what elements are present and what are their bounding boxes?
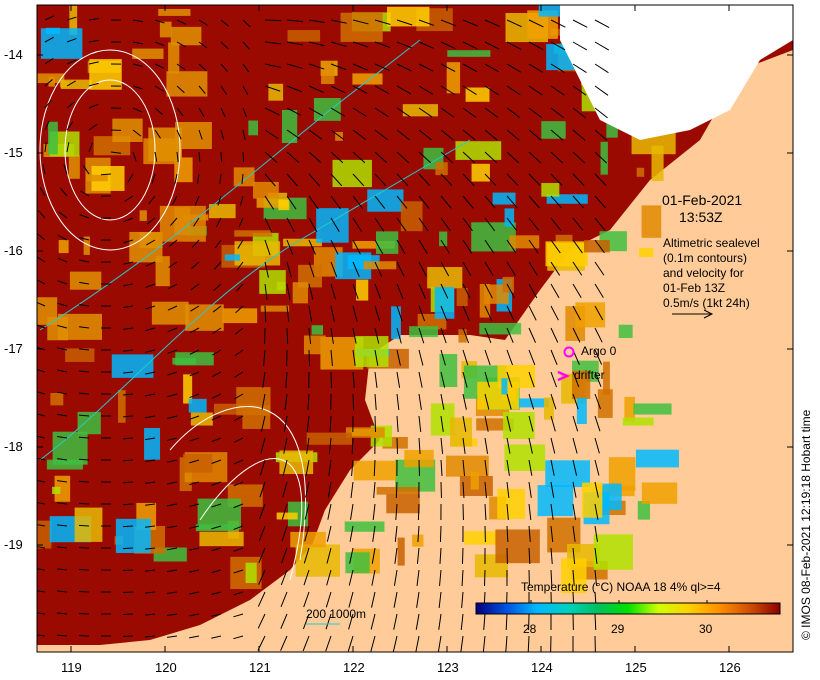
colorbar <box>475 602 781 615</box>
sst-map <box>36 4 794 653</box>
lon-tick-label: 125 <box>625 660 647 675</box>
legend-text: Altimetric sealevel (0.1m contours) and … <box>663 236 760 311</box>
lat-tick-label: -16 <box>4 243 23 258</box>
colorbar-tick: 28 <box>523 622 537 636</box>
lon-tick-label: 119 <box>61 660 82 675</box>
lat-tick-label: -15 <box>4 145 23 160</box>
lon-tick-label: 123 <box>437 660 459 675</box>
lon-tick-label: 126 <box>719 660 741 675</box>
colorbar-tick: 30 <box>699 622 713 636</box>
legend-line: and velocity for <box>663 266 744 280</box>
lon-tick-label: 122 <box>343 660 365 675</box>
drifter-label: drifter <box>574 368 605 382</box>
legend-line: 01-Feb 13Z <box>663 281 726 295</box>
lon-tick-label: 120 <box>155 660 177 675</box>
legend-line: (0.1m contours) <box>663 251 748 265</box>
credit-text: © IMOS 08-Feb-2021 12:19:18 Hobart time <box>799 409 813 640</box>
argo-label: Argo 0 <box>581 344 617 358</box>
lon-tick-label: 124 <box>531 660 553 675</box>
legend-line: 0.5m/s (1kt 24h) <box>663 296 750 310</box>
lat-tick-label: -18 <box>4 439 23 454</box>
legend-line: Altimetric sealevel <box>663 236 760 250</box>
lat-tick-label: -14 <box>4 47 23 62</box>
colorbar-title: Temperature (°C) NOAA 18 4% ql>=4 <box>521 580 721 594</box>
lon-tick-label: 121 <box>249 660 271 675</box>
lat-tick-label: -19 <box>4 537 23 552</box>
lat-tick-label: -17 <box>4 341 23 356</box>
time-label: 13:53Z <box>679 209 723 225</box>
date-label: 01-Feb-2021 <box>662 192 743 208</box>
colorbar-tick: 29 <box>611 622 625 636</box>
bathymetry-scale-label: 200 1000m <box>306 607 367 621</box>
